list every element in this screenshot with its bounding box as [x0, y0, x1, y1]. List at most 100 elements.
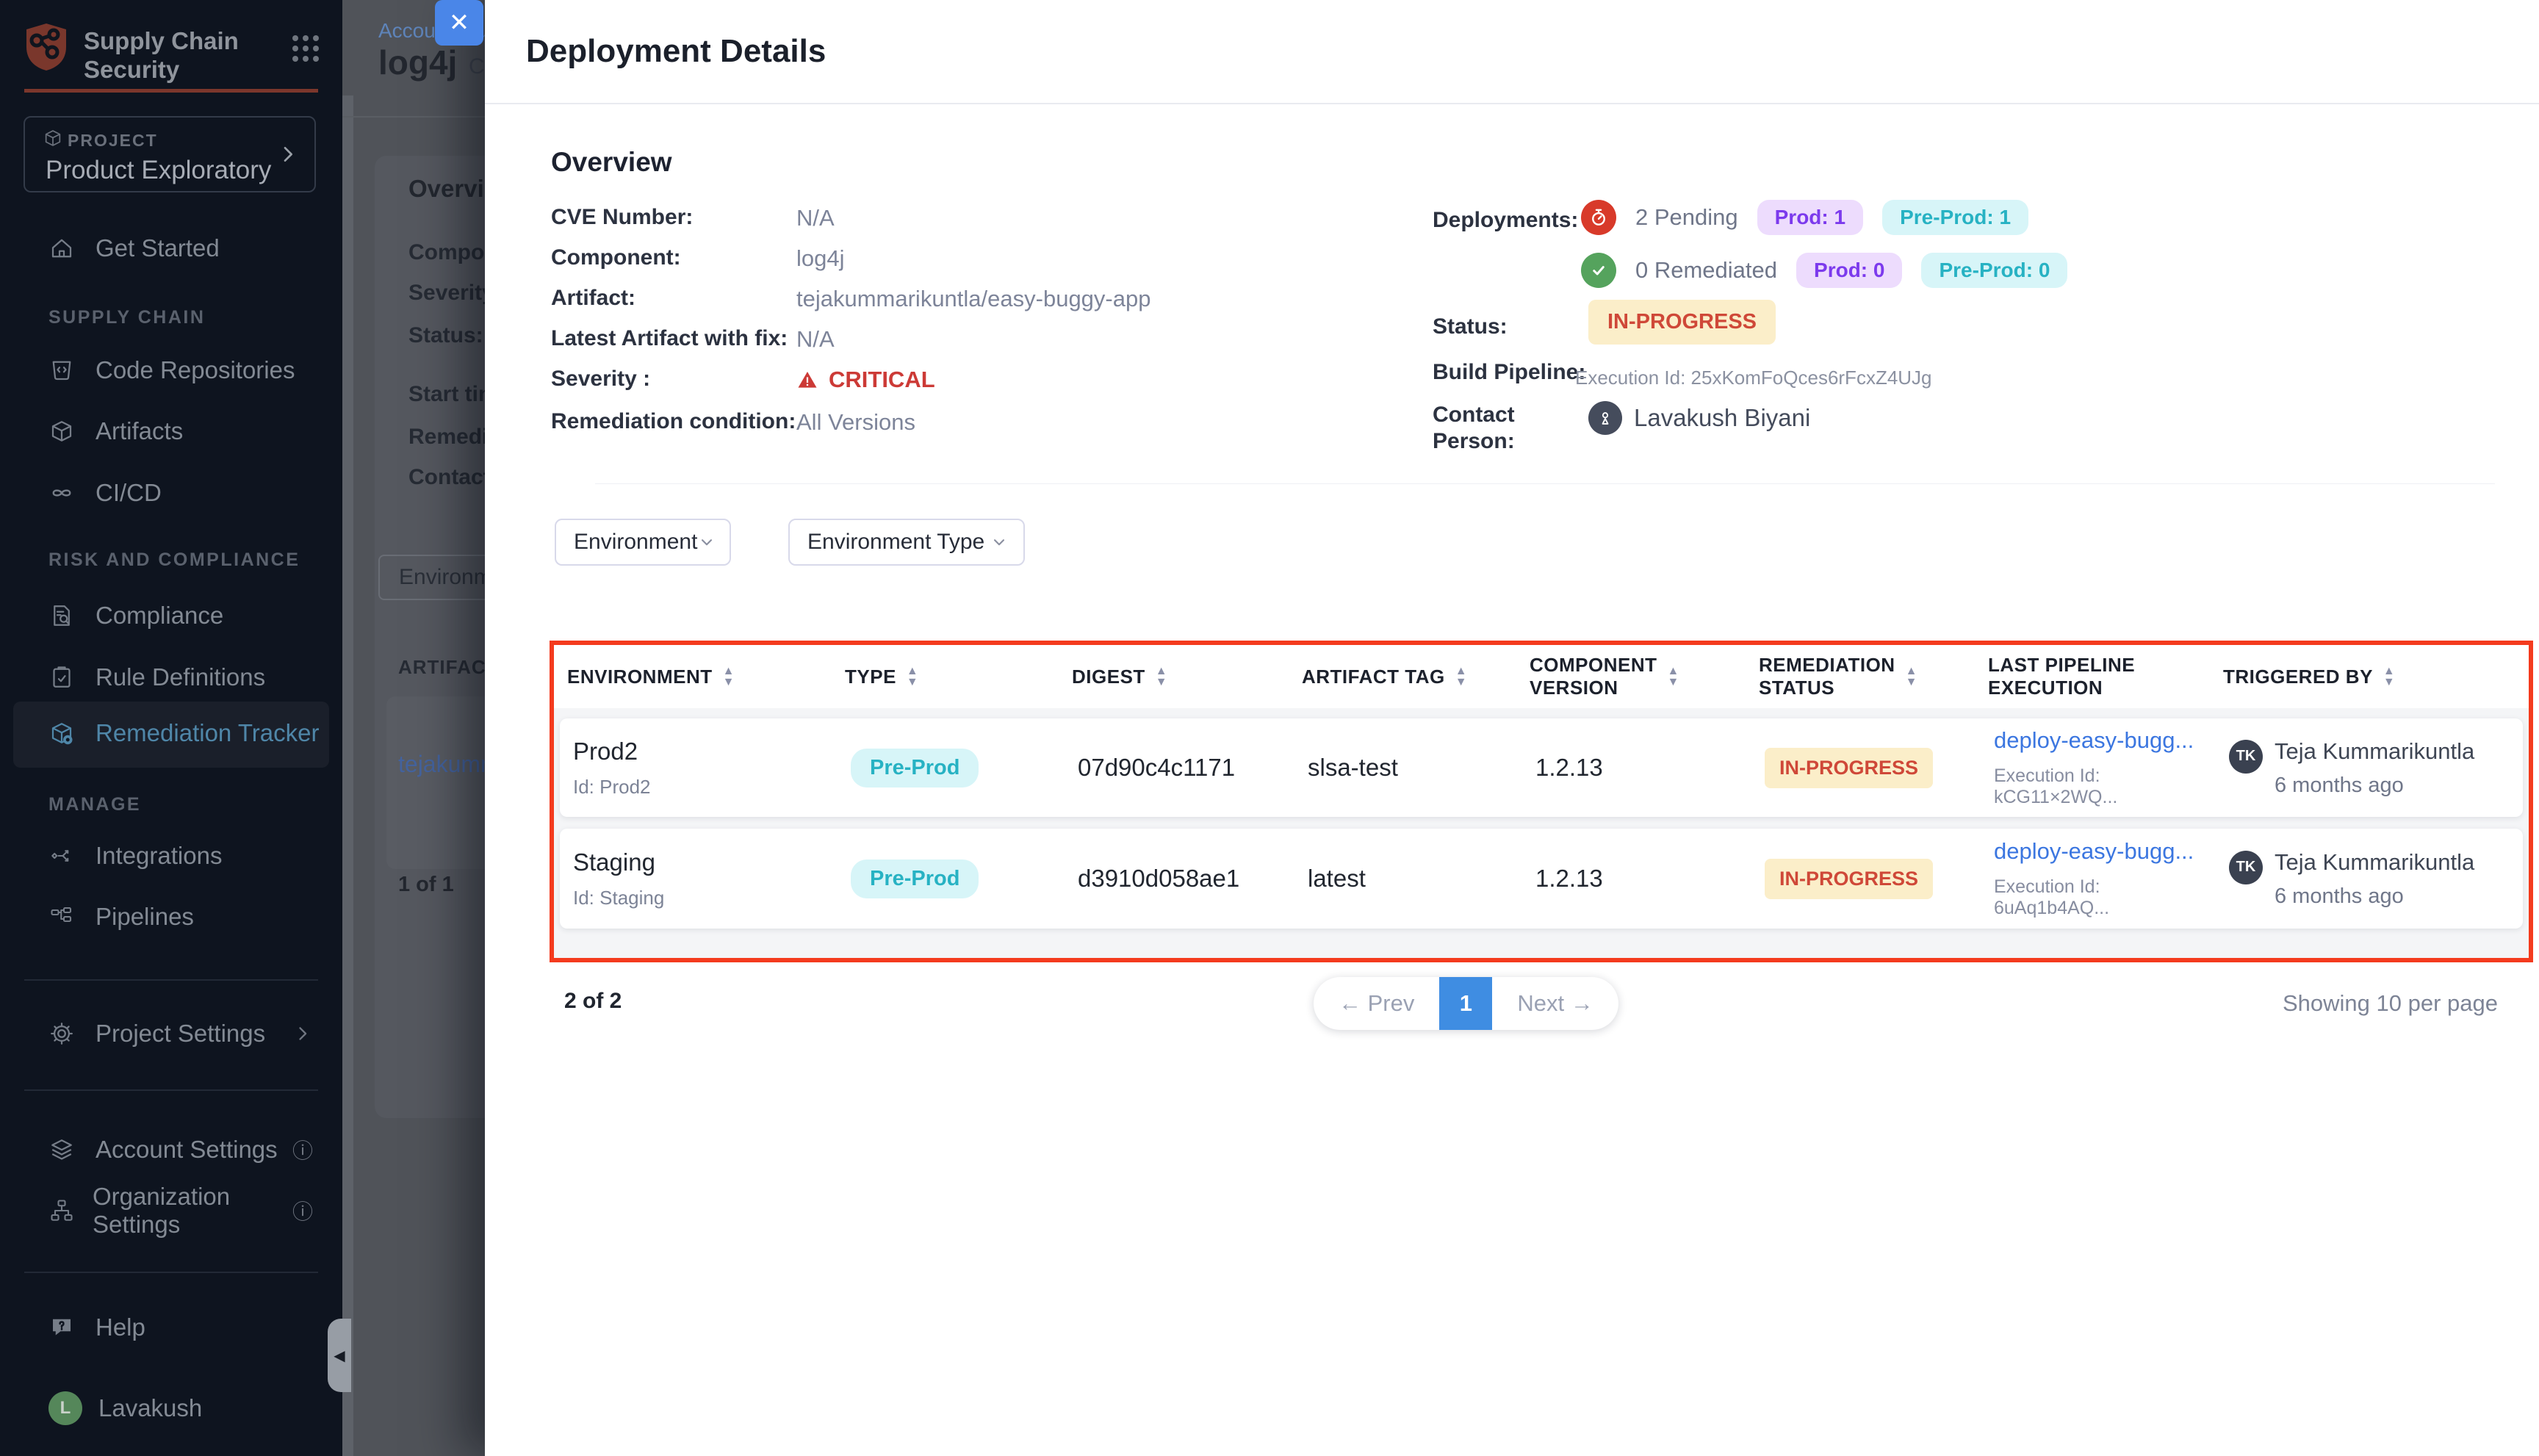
sidebar-item-label: Organization Settings — [93, 1183, 292, 1239]
chevron-down-icon — [990, 533, 1009, 552]
sidebar-item-label: Help — [96, 1313, 145, 1341]
sidebar-item-label: Rule Definitions — [96, 663, 265, 691]
background-row-count: 1 of 1 — [398, 873, 454, 897]
column-header-triggered-by[interactable]: TRIGGERED BY ▲▼ — [2210, 666, 2529, 688]
sidebar-item-rule-definitions[interactable]: Rule Definitions — [0, 660, 342, 695]
severity-text: CRITICAL — [829, 367, 935, 393]
field-value: tejakummarikuntla/easy-buggy-app — [796, 286, 1150, 312]
sidebar-item-label: Compliance — [96, 602, 223, 630]
per-page-label: Showing 10 per page — [2283, 990, 2498, 1017]
column-header-artifact-tag[interactable]: ARTIFACT TAG ▲▼ — [1289, 666, 1516, 688]
page-1-button[interactable]: 1 — [1439, 977, 1492, 1030]
code-repository-icon — [48, 357, 78, 383]
sidebar-item-remediation-tracker[interactable]: Remediation Tracker — [0, 716, 342, 751]
help-chat-icon — [48, 1314, 78, 1341]
app-switcher-icon[interactable] — [292, 35, 319, 62]
digest-value: 07d90c4c1171 — [1078, 754, 1235, 782]
severity-value: CRITICAL — [796, 367, 935, 393]
field-value: N/A — [796, 205, 835, 231]
contact-person-label-line2: Person: — [1433, 429, 1515, 454]
column-label: REMEDIATION — [1759, 654, 1895, 677]
deployments-table: ENVIRONMENT ▲▼ TYPE ▲▼ DIGEST ▲▼ ARTIFAC… — [550, 641, 2533, 962]
app-title: Supply Chain Security — [84, 22, 292, 84]
field-value: log4j — [796, 245, 845, 272]
prod-badge: Prod: 1 — [1757, 200, 1863, 235]
sidebar-item-cicd[interactable]: CI/CD — [0, 475, 342, 511]
preprod-badge: Pre-Prod: 0 — [1921, 253, 2067, 288]
pipeline-link[interactable]: deploy-easy-bugg... — [1994, 727, 2194, 754]
status-badge: IN-PROGRESS — [1588, 300, 1776, 345]
contact-person-name: Lavakush Biyani — [1634, 404, 1810, 432]
prev-page-button[interactable]: ← Prev — [1314, 977, 1439, 1030]
artifact-tag-value: slsa-test — [1308, 754, 1398, 782]
environment-type-badge: Pre-Prod — [851, 749, 979, 788]
column-header-remediation-status[interactable]: REMEDIATIONSTATUS ▲▼ — [1746, 654, 1975, 699]
triggered-time: 6 months ago — [2275, 774, 2474, 798]
supply-chain-security-logo-icon — [24, 22, 69, 72]
column-label: LAST PIPELINE — [1988, 654, 2135, 677]
user-initials-avatar: TK — [2229, 851, 2263, 884]
sidebar-item-artifacts[interactable]: Artifacts — [0, 414, 342, 449]
field-label: CVE Number: — [551, 205, 693, 230]
chevron-right-icon — [292, 1023, 313, 1044]
divider — [24, 1089, 318, 1091]
pipeline-execution-id: Execution Id: kCG11×2WQ... — [1994, 765, 2216, 808]
pending-deployments-row: 2 Pending Prod: 1 Pre-Prod: 1 — [1581, 197, 2028, 238]
sidebar-item-label: Artifacts — [96, 417, 183, 445]
package-icon — [48, 720, 78, 746]
deployments-label: Deployments: — [1433, 208, 1578, 233]
table-row[interactable]: Prod2 Id: Prod2 Pre-Prod 07d90c4c1171 sl… — [560, 718, 2523, 817]
info-icon[interactable]: ⓘ — [292, 1135, 313, 1164]
close-button[interactable]: ✕ — [435, 0, 483, 46]
table-row[interactable]: Staging Id: Staging Pre-Prod d3910d058ae… — [560, 829, 2523, 929]
info-icon[interactable]: ⓘ — [292, 1196, 313, 1225]
sidebar-item-help[interactable]: Help — [0, 1310, 342, 1345]
column-header-environment[interactable]: ENVIRONMENT ▲▼ — [554, 666, 832, 688]
divider — [24, 1272, 318, 1273]
next-page-button[interactable]: Next → — [1492, 977, 1618, 1030]
sidebar-user[interactable]: L Lavakush — [0, 1391, 342, 1426]
sort-icon: ▲▼ — [2383, 666, 2395, 688]
share-nodes-icon — [48, 843, 78, 869]
field-label: Artifact: — [551, 286, 635, 311]
remediated-count: 0 Remediated — [1635, 257, 1777, 284]
status-label: Status: — [1433, 314, 1508, 339]
sidebar-item-label: Project Settings — [96, 1020, 265, 1048]
prod-badge: Prod: 0 — [1796, 253, 1902, 288]
environment-filter-dropdown[interactable]: Environment — [555, 519, 731, 566]
collapse-arrow-icon: ◀ — [334, 1347, 345, 1365]
sidebar-item-project-settings[interactable]: Project Settings — [0, 1016, 342, 1051]
column-header-last-pipeline-execution[interactable]: LAST PIPELINEEXECUTION — [1975, 654, 2210, 699]
column-header-type[interactable]: TYPE ▲▼ — [832, 666, 1059, 688]
infinity-icon — [48, 480, 78, 506]
column-label: TRIGGERED BY — [2223, 666, 2373, 688]
user-initials-avatar: TK — [2229, 740, 2263, 774]
brand-divider — [24, 89, 318, 93]
field-value: N/A — [796, 326, 835, 353]
user-name: Lavakush — [98, 1394, 202, 1422]
page-scrollbar[interactable] — [342, 95, 353, 1456]
sidebar-item-organization-settings[interactable]: Organization Settings ⓘ — [0, 1193, 342, 1228]
close-icon: ✕ — [449, 8, 470, 37]
sidebar-item-account-settings[interactable]: Account Settings ⓘ — [0, 1132, 342, 1167]
environment-type-filter-dropdown[interactable]: Environment Type — [788, 519, 1025, 566]
field-label: Severity : — [551, 367, 650, 392]
sidebar: Supply Chain Security PROJECT Product Ex… — [0, 0, 342, 1456]
sidebar-item-pipelines[interactable]: Pipelines — [0, 899, 342, 934]
document-search-icon — [48, 602, 78, 629]
sidebar-item-integrations[interactable]: Integrations — [0, 838, 342, 873]
project-selector[interactable]: PROJECT Product Exploratory — [24, 116, 316, 192]
pipeline-link[interactable]: deploy-easy-bugg... — [1994, 838, 2194, 865]
sidebar-item-compliance[interactable]: Compliance — [0, 598, 342, 633]
column-header-digest[interactable]: DIGEST ▲▼ — [1059, 666, 1289, 688]
column-label-line2: EXECUTION — [1988, 677, 2135, 699]
sidebar-item-get-started[interactable]: Get Started — [0, 231, 342, 266]
org-chart-icon — [48, 1197, 75, 1224]
sidebar-item-code-repositories[interactable]: Code Repositories — [0, 353, 342, 388]
sidebar-collapse-handle[interactable]: ◀ — [328, 1319, 351, 1392]
field-label: Remediation condition: — [551, 409, 796, 434]
column-header-component-version[interactable]: COMPONENTVERSION ▲▼ — [1516, 654, 1746, 699]
sort-icon: ▲▼ — [1455, 666, 1467, 688]
remediated-deployments-row: 0 Remediated Prod: 0 Pre-Prod: 0 — [1581, 250, 2067, 291]
triggered-by-name: Teja Kummarikuntla — [2275, 849, 2474, 876]
